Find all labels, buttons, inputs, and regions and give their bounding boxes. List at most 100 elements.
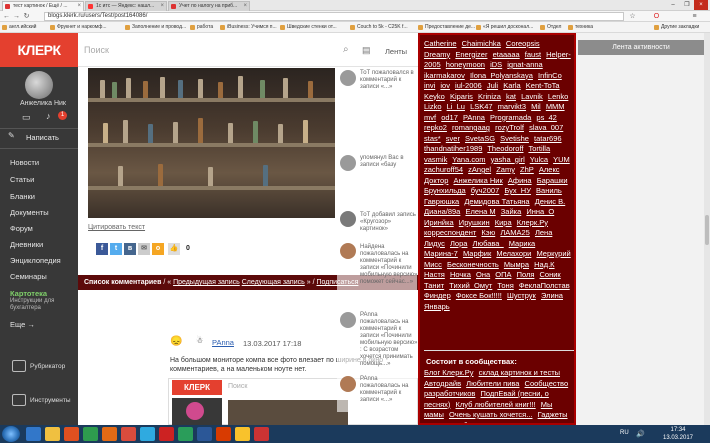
friend-tag[interactable]: Kriniza xyxy=(478,92,501,101)
friend-tag[interactable]: Кэю xyxy=(481,228,495,237)
friend-tag[interactable]: tatar696 xyxy=(534,134,562,143)
friend-tag[interactable]: Лена xyxy=(535,228,552,237)
friend-tag[interactable]: ZhP xyxy=(520,165,534,174)
friend-tag[interactable]: Li_Lu xyxy=(447,102,465,111)
ok-share-icon[interactable]: о xyxy=(152,243,164,255)
community-link[interactable]: Автодрайв xyxy=(424,379,461,388)
friend-tag[interactable]: YUM xyxy=(553,155,570,164)
messages-icon[interactable]: ▭ xyxy=(22,112,31,123)
nav-item-documents[interactable]: Документы xyxy=(10,208,49,217)
word-icon[interactable] xyxy=(197,427,212,441)
friend-tag[interactable]: Алекс xyxy=(539,165,560,174)
pdf-icon[interactable] xyxy=(254,427,269,441)
friend-tag[interactable]: LSK47 xyxy=(470,102,493,111)
close-tab-icon[interactable]: × xyxy=(243,2,247,11)
friend-tag[interactable]: Настя xyxy=(424,270,445,279)
powerpoint-icon[interactable] xyxy=(216,427,231,441)
friend-tag[interactable]: Марина-7 xyxy=(424,249,458,258)
1c-icon[interactable] xyxy=(235,427,250,441)
friend-tag[interactable]: Любава_ xyxy=(473,239,504,248)
feed-item[interactable]: упомянул Вас в записи «базу xyxy=(360,155,418,169)
next-post-link[interactable]: Следующая запись xyxy=(242,279,305,286)
friend-tag[interactable]: Ilona_Polyanskaya xyxy=(470,71,533,80)
friend-tag[interactable]: Catherine xyxy=(424,39,457,48)
friend-tag[interactable]: Танит xyxy=(424,281,444,290)
friend-tag[interactable]: Мисс xyxy=(424,260,442,269)
bell-icon[interactable]: ♪ xyxy=(46,111,51,121)
nav-item-articles[interactable]: Статьи xyxy=(10,175,34,184)
nav-item-news[interactable]: Новости xyxy=(10,158,39,167)
friend-tag[interactable]: Karla xyxy=(503,81,521,90)
bookmark-item[interactable]: Фрукнет и наркомф... xyxy=(50,24,107,31)
friend-tag[interactable]: Lizko xyxy=(424,102,442,111)
nav-item-forms[interactable]: Бланки xyxy=(10,192,35,201)
bookmark-item[interactable]: Couch to 5k - C25K f... xyxy=(350,24,408,31)
friend-tag[interactable]: Бесконечность xyxy=(447,260,499,269)
close-tab-icon[interactable]: × xyxy=(160,2,164,11)
friend-tag[interactable]: iov xyxy=(440,81,450,90)
community-link[interactable]: Любители пива xyxy=(466,379,519,388)
close-window-icon[interactable]: × xyxy=(694,0,708,10)
chrome-icon[interactable] xyxy=(121,427,136,441)
community-link[interactable]: Блог Клерк.Ру xyxy=(424,368,474,377)
bookmark-item[interactable]: англ.ийский xyxy=(2,24,36,31)
bookmark-item[interactable]: iBusiness: Учимся п... xyxy=(220,24,277,31)
feed-item[interactable]: ТоТ добавил запись «Кругозор» картинок» xyxy=(360,212,418,233)
friend-tag[interactable]: Tortilla xyxy=(528,144,550,153)
friend-tag[interactable]: MMM xyxy=(546,102,565,111)
bookmark-item[interactable]: Предоставление де... xyxy=(418,24,475,31)
friend-tag[interactable]: zAngel xyxy=(468,165,491,174)
twitter-share-icon[interactable]: t xyxy=(110,243,122,255)
search-input[interactable]: Поиск xyxy=(84,45,109,55)
friend-tag[interactable]: Svetishe xyxy=(500,134,529,143)
friend-tag[interactable]: Programada xyxy=(490,113,531,122)
friend-tag[interactable]: Тоня xyxy=(497,281,513,290)
opera-icon[interactable]: O xyxy=(652,12,661,21)
ie-icon[interactable] xyxy=(26,427,41,441)
friend-tag[interactable]: Соник xyxy=(540,270,561,279)
friend-tag[interactable]: thandnatiher1989 xyxy=(424,144,482,153)
friend-tag[interactable]: Zamy xyxy=(496,165,515,174)
browser-tab[interactable]: тест картинок / Ещё / ... × xyxy=(2,1,84,11)
start-button[interactable] xyxy=(2,426,20,442)
friend-tag[interactable]: Диана/89а xyxy=(424,207,460,216)
friend-tag[interactable]: Energizer xyxy=(455,50,487,59)
nav-item-more[interactable]: Еще → xyxy=(10,320,35,329)
community-link[interactable]: склад картинок и тесты xyxy=(479,368,560,377)
friend-tag[interactable]: vasmik xyxy=(424,155,447,164)
klerk-logo[interactable]: КЛЕРК xyxy=(0,33,78,67)
activity-header[interactable]: Лента активности xyxy=(578,40,704,55)
opera-taskbar-icon[interactable] xyxy=(159,427,174,441)
friend-tag[interactable]: romangaag xyxy=(452,123,490,132)
friend-tag[interactable]: Афина xyxy=(508,176,532,185)
friend-tag[interactable]: Dreamy xyxy=(424,50,450,59)
friend-tag[interactable]: PAnna xyxy=(463,113,485,122)
star-icon[interactable]: ☆ xyxy=(628,12,637,21)
friend-tag[interactable]: Марфик xyxy=(463,249,491,258)
friend-tag[interactable]: SvetaSG xyxy=(465,134,495,143)
friend-tag[interactable]: Juli xyxy=(487,81,498,90)
friend-tag[interactable]: Lenko xyxy=(548,92,568,101)
friend-tag[interactable]: Барашки xyxy=(537,176,568,185)
vk-share-icon[interactable]: в xyxy=(124,243,136,255)
bookmark-item[interactable]: техника xyxy=(568,24,593,31)
friend-tag[interactable]: Шуструк xyxy=(507,291,536,300)
browser-tab[interactable]: Учет по налогу на приб... × xyxy=(168,1,250,11)
firefox-icon[interactable] xyxy=(102,427,117,441)
friend-tag[interactable]: Coreopsis xyxy=(506,39,540,48)
friend-tag[interactable]: Mil xyxy=(531,102,541,111)
friend-tag[interactable]: kat xyxy=(506,92,516,101)
friend-tag[interactable]: Keyko xyxy=(424,92,445,101)
scrollbar-thumb[interactable] xyxy=(705,215,709,245)
friend-tag[interactable]: Брунхильда xyxy=(424,186,466,195)
minimize-icon[interactable]: – xyxy=(666,0,680,10)
friend-tag[interactable]: od17 xyxy=(441,113,458,122)
bookmark-item[interactable]: «Я решил досконал... xyxy=(476,24,533,31)
nav-item-kartoteka[interactable]: Картотека xyxy=(10,289,47,298)
friend-tag[interactable]: Kent-ToTa xyxy=(526,81,560,90)
browser-tab[interactable]: 1с итс — Яндекс: нашл... × xyxy=(85,1,167,11)
forward-icon[interactable]: → xyxy=(12,12,21,21)
bookmark-item[interactable]: Отдел xyxy=(540,24,561,31)
explorer-icon[interactable] xyxy=(45,427,60,441)
friend-tag[interactable]: Зайка xyxy=(501,207,522,216)
